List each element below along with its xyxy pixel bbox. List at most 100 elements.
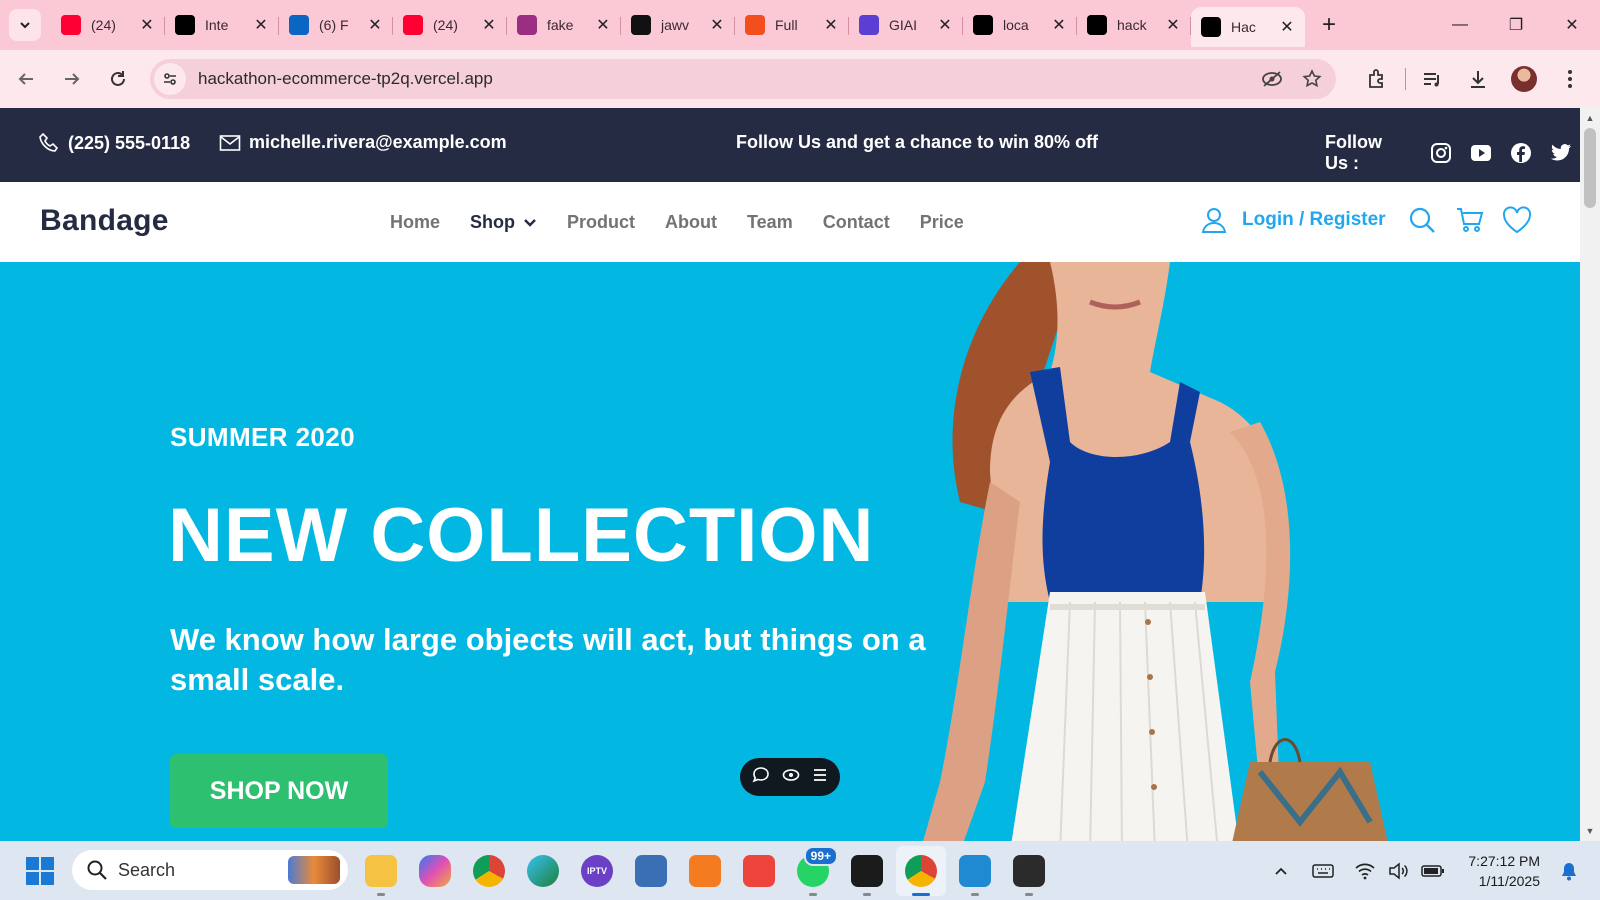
facebook-icon[interactable]	[1510, 142, 1540, 164]
vscode-app[interactable]	[950, 846, 1000, 896]
copilot-app[interactable]	[410, 846, 460, 896]
browser-tab[interactable]: (6) F ✕	[279, 7, 393, 43]
chrome-active-app[interactable]	[896, 846, 946, 896]
battery-icon[interactable]	[1416, 864, 1450, 878]
close-tab-icon[interactable]: ✕	[139, 15, 155, 35]
nav-home[interactable]: Home	[390, 212, 440, 233]
media-controls-icon[interactable]	[1412, 59, 1452, 99]
youtube-icon[interactable]	[1470, 142, 1500, 164]
nav-price[interactable]: Price	[920, 212, 964, 233]
nav-team[interactable]: Team	[747, 212, 793, 233]
browser-tab[interactable]: hack ✕	[1077, 7, 1191, 43]
close-tab-icon[interactable]: ✕	[823, 15, 839, 35]
scroll-up-arrow-icon[interactable]: ▲	[1580, 110, 1600, 126]
page-scrollbar[interactable]: ▲ ▼	[1580, 108, 1600, 841]
scroll-thumb[interactable]	[1584, 128, 1596, 208]
browser-tab[interactable]: Inte ✕	[165, 7, 279, 43]
close-tab-icon[interactable]: ✕	[1165, 15, 1181, 35]
browser-tab[interactable]: loca ✕	[963, 7, 1077, 43]
contact-phone[interactable]: (225) 555-0118	[38, 132, 190, 154]
user-icon[interactable]	[1200, 206, 1228, 234]
more-menu-icon[interactable]	[1550, 59, 1590, 99]
orange-app[interactable]	[680, 846, 730, 896]
restore-button[interactable]: ❐	[1488, 0, 1544, 50]
nav-contact[interactable]: Contact	[823, 212, 890, 233]
browser-tab[interactable]: (24) ✕	[51, 7, 165, 43]
close-tab-icon[interactable]: ✕	[709, 15, 725, 35]
close-tab-icon[interactable]: ✕	[937, 15, 953, 35]
new-tab-button[interactable]: +	[1311, 7, 1347, 43]
twitter-icon[interactable]	[1550, 143, 1580, 163]
instagram-icon[interactable]	[1430, 142, 1460, 164]
close-tab-icon[interactable]: ✕	[367, 15, 383, 35]
forward-button[interactable]	[52, 59, 92, 99]
file-explorer-app[interactable]	[356, 846, 406, 896]
scroll-down-arrow-icon[interactable]: ▼	[1580, 823, 1600, 839]
menu-icon[interactable]	[812, 768, 828, 787]
taskbar-search-placeholder: Search	[118, 859, 176, 880]
browser-tab[interactable]: jawv ✕	[621, 7, 735, 43]
shop-now-button[interactable]: SHOP NOW	[170, 754, 388, 828]
search-icon[interactable]	[1408, 206, 1436, 234]
nav-product[interactable]: Product	[567, 212, 635, 233]
site-info-button[interactable]	[154, 63, 186, 95]
heart-icon[interactable]	[1502, 206, 1532, 234]
toolbar-divider	[1405, 68, 1406, 90]
notification-bell-icon[interactable]	[1552, 861, 1586, 881]
eye-icon[interactable]	[782, 768, 800, 787]
tab-title: jawv	[661, 17, 690, 33]
iptv-app[interactable]: IPTV	[572, 846, 622, 896]
close-window-button[interactable]: ✕	[1544, 0, 1600, 50]
tab-title: Full	[775, 17, 798, 33]
close-tab-icon[interactable]: ✕	[1279, 17, 1295, 37]
close-tab-icon[interactable]: ✕	[595, 15, 611, 35]
browser-tab[interactable]: (24) ✕	[393, 7, 507, 43]
minimize-button[interactable]: —	[1432, 0, 1488, 50]
tab-search-button[interactable]	[9, 9, 41, 41]
nav-shop[interactable]: Shop	[470, 212, 537, 233]
back-button[interactable]	[6, 59, 46, 99]
extensions-icon[interactable]	[1357, 59, 1397, 99]
tracking-off-icon[interactable]	[1256, 63, 1288, 95]
profile-avatar[interactable]	[1504, 59, 1544, 99]
chrome-app[interactable]	[464, 846, 514, 896]
whatsapp-app[interactable]: 99+	[788, 846, 838, 896]
address-bar[interactable]: hackathon-ecommerce-tp2q.vercel.app	[150, 59, 1336, 99]
edge-app[interactable]	[518, 846, 568, 896]
network-app[interactable]	[626, 846, 676, 896]
chrome-icon	[473, 855, 505, 887]
browser-tab[interactable]: GIAI ✕	[849, 7, 963, 43]
browser-tab[interactable]: Hac ✕	[1191, 7, 1305, 47]
taskbar-apps: IPTV 99+	[356, 846, 1058, 896]
close-tab-icon[interactable]: ✕	[1051, 15, 1067, 35]
brand-logo[interactable]: Bandage	[40, 204, 169, 238]
reload-button[interactable]	[98, 59, 138, 99]
taskbar-search[interactable]: Search	[72, 850, 348, 890]
terminal-app[interactable]	[1004, 846, 1054, 896]
cart-icon[interactable]	[1456, 206, 1484, 234]
volume-icon[interactable]	[1382, 861, 1416, 880]
chevron-up-icon[interactable]	[1264, 866, 1298, 876]
browser-tab[interactable]: Full ✕	[735, 7, 849, 43]
chat-bubble-icon[interactable]	[752, 766, 770, 789]
ink-app[interactable]	[842, 846, 892, 896]
nav-about[interactable]: About	[665, 212, 717, 233]
generic-app-icon	[517, 15, 537, 35]
network-icon	[635, 855, 667, 887]
login-register-link[interactable]: Login / Register	[1242, 209, 1386, 231]
close-tab-icon[interactable]: ✕	[253, 15, 269, 35]
url-text[interactable]: hackathon-ecommerce-tp2q.vercel.app	[198, 69, 1256, 89]
tab-title: (6) F	[319, 17, 349, 33]
browser-tab[interactable]: fake ✕	[507, 7, 621, 43]
start-button[interactable]	[20, 851, 60, 891]
close-tab-icon[interactable]: ✕	[481, 15, 497, 35]
taskbar-clock[interactable]: 7:27:12 PM 1/11/2025	[1468, 851, 1540, 891]
download-icon[interactable]	[1458, 59, 1498, 99]
contact-email[interactable]: michelle.rivera@example.com	[219, 132, 507, 153]
reload-icon	[111, 71, 125, 86]
vercel-icon	[1087, 15, 1107, 35]
anydesk-app[interactable]	[734, 846, 784, 896]
bookmark-star-icon[interactable]	[1296, 63, 1328, 95]
wifi-icon[interactable]	[1348, 862, 1382, 880]
keyboard-icon[interactable]	[1306, 863, 1340, 879]
